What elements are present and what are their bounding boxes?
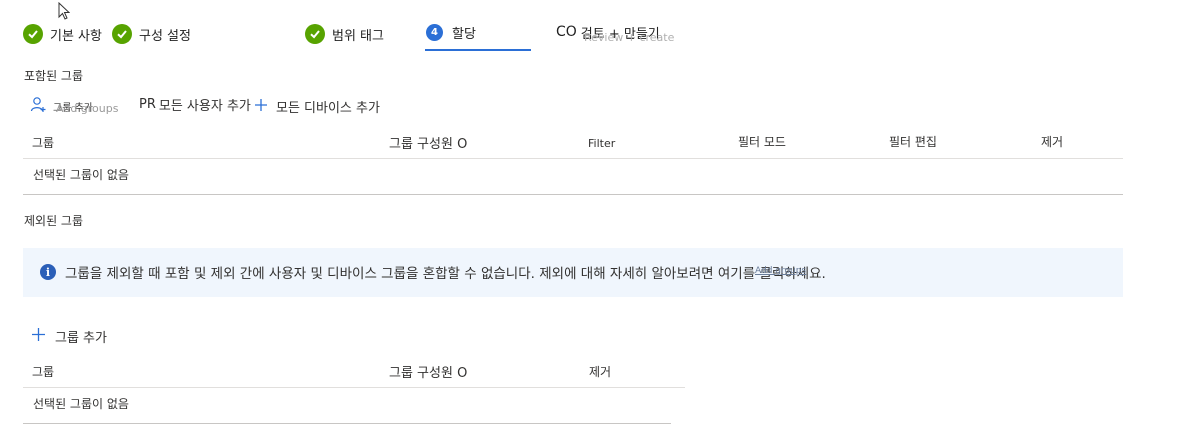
excluded-groups-title: 제외된 그룹 — [24, 214, 84, 228]
add-all-devices-label: 모든 디바이스 추가 — [276, 101, 380, 116]
empty-table-message: 선택된 그룹이 없음 — [33, 397, 129, 411]
add-user-icon — [30, 96, 47, 117]
column-header-group: 그룹 — [32, 365, 55, 379]
info-banner: i 그룹을 제외할 때 포함 및 제외 간에 사용자 및 디바이스 그룹을 혼합… — [23, 248, 1123, 297]
exclude-add-groups-button[interactable]: 그룹 추가 — [31, 327, 107, 346]
step-label: 할당 — [452, 26, 476, 42]
add-all-users-button[interactable]: PR 모든 사용자 추가 — [139, 95, 251, 114]
step-label: 구성 설정 — [139, 28, 191, 44]
column-header-remove: 제거 — [1041, 135, 1064, 149]
table-bottom-divider — [23, 194, 1123, 195]
column-header-filter: Filter — [588, 137, 616, 150]
table-bottom-divider — [23, 423, 671, 424]
column-header-edit-filter: 필터 편집 — [889, 135, 937, 149]
info-icon: i — [40, 264, 56, 280]
add-all-devices-button[interactable]: 모든 디바이스 추가 — [254, 97, 380, 116]
step-ghost-text: Review + create — [584, 31, 675, 44]
column-header-group-members[interactable]: 그룹 구성원 O — [389, 362, 467, 381]
step-label: 범위 태그 — [332, 28, 384, 44]
active-step-indicator — [425, 49, 531, 51]
add-icon — [31, 327, 46, 346]
info-learn-more-link[interactable]: Add groups — [755, 266, 806, 276]
checkmark-icon — [23, 24, 43, 44]
step-basics[interactable]: 기본 사항 — [23, 24, 102, 44]
add-all-users-prefix: PR — [139, 97, 156, 112]
column-header-filter-mode: 필터 모드 — [738, 135, 786, 149]
column-header-remove: 제거 — [589, 365, 612, 379]
step-label: 기본 사항 — [50, 28, 102, 44]
add-icon — [254, 98, 268, 116]
add-groups-label: 그룹 추가 — [55, 331, 107, 346]
mouse-cursor-icon — [58, 1, 71, 24]
step-configuration-settings[interactable]: 구성 설정 — [112, 24, 191, 44]
checkmark-icon — [112, 24, 132, 44]
step-assignments[interactable]: 4 할당 — [426, 22, 476, 42]
checkmark-icon — [305, 24, 325, 44]
step-prefix: CO — [556, 24, 577, 40]
step-scope-tags[interactable]: 범위 태그 — [305, 24, 384, 44]
column-header-group: 그룹 — [32, 136, 55, 150]
add-all-users-label: 모든 사용자 추가 — [158, 99, 251, 114]
add-groups-ghost-text: Add groups — [56, 102, 119, 115]
included-groups-title: 포함된 그룹 — [24, 69, 84, 83]
table-header-divider — [23, 387, 685, 388]
info-message: 그룹을 제외할 때 포함 및 제외 간에 사용자 및 디바이스 그룹을 혼합할 … — [65, 266, 826, 282]
step-number-badge: 4 — [426, 23, 443, 41]
column-header-group-members[interactable]: 그룹 구성원 O — [389, 133, 467, 152]
empty-table-message: 선택된 그룹이 없음 — [33, 168, 129, 182]
table-header-divider — [23, 158, 1123, 159]
